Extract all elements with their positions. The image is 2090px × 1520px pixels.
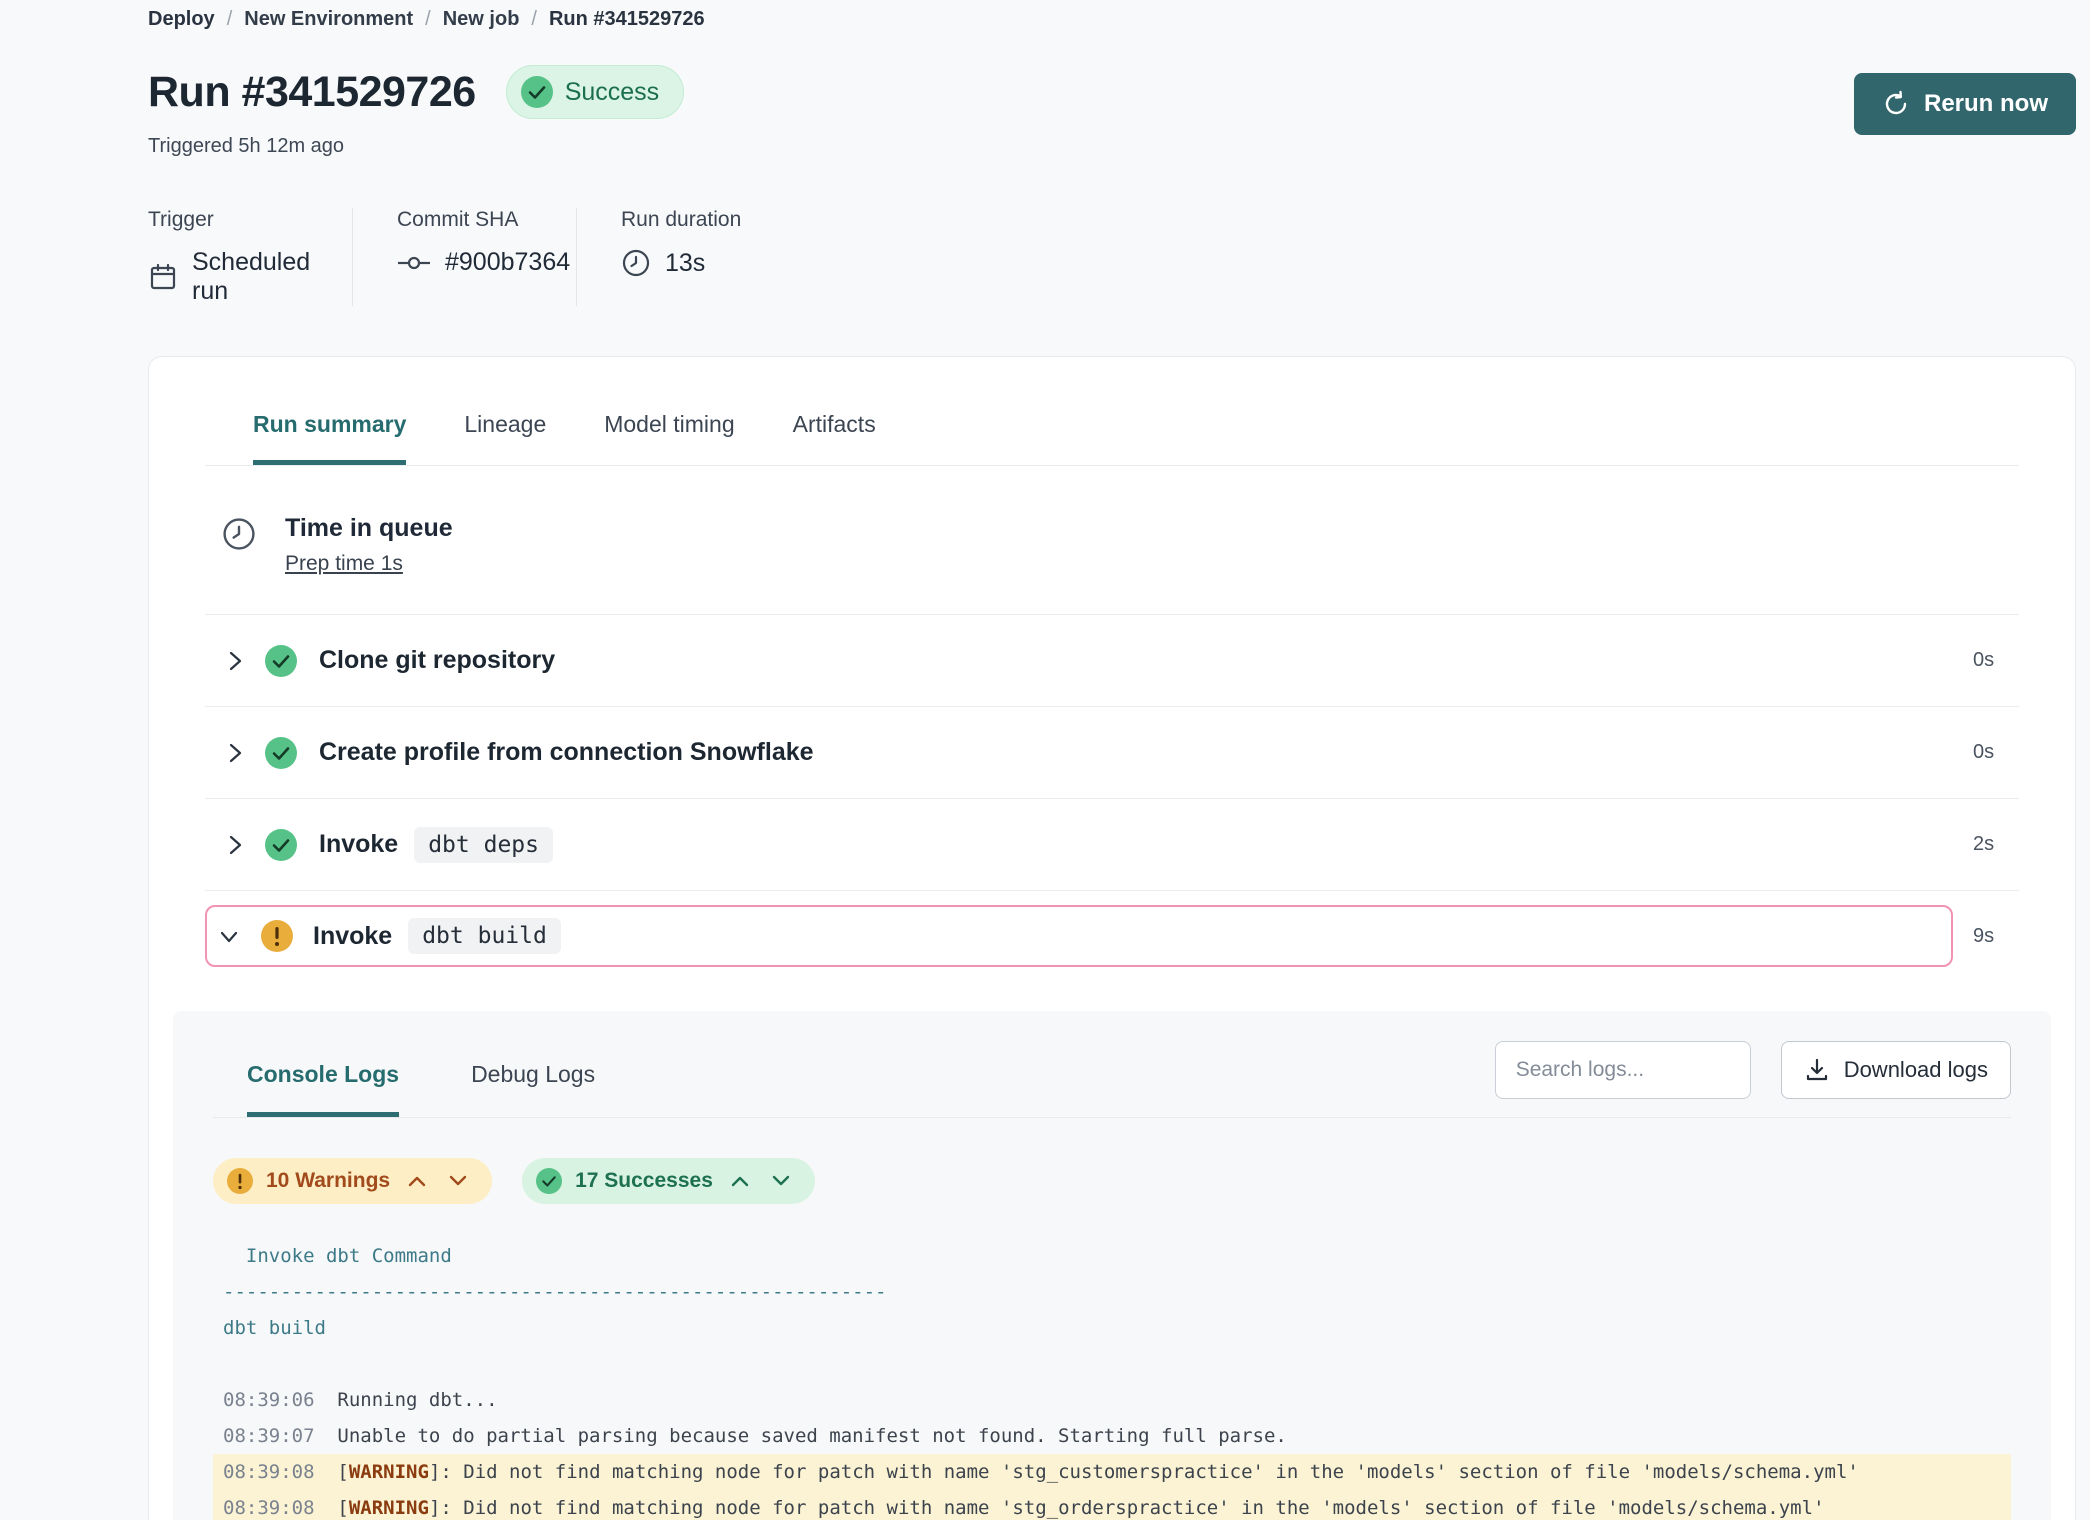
step-command-chip: dbt build <box>408 918 561 954</box>
console-logs-panel: Console Logs Debug Logs Download logs <box>173 1011 2051 1520</box>
meta-duration-label: Run duration <box>621 208 741 232</box>
meta-trigger-label: Trigger <box>148 208 308 232</box>
step-duration: 0s <box>1973 741 2019 764</box>
chevron-right-icon[interactable] <box>205 833 245 857</box>
time-in-queue-section: Time in queue Prep time 1s <box>205 466 2019 615</box>
page: Deploy / New Environment / New job / Run… <box>0 0 2090 1520</box>
meta-duration-value: 13s <box>665 249 705 278</box>
log-line: 08:39:06 Running dbt... <box>213 1382 2011 1418</box>
tab-console-logs[interactable]: Console Logs <box>247 1061 399 1117</box>
status-badge: Success <box>506 65 684 119</box>
step-row-clone-git[interactable]: Clone git repository 0s <box>205 615 2019 707</box>
step-duration: 9s <box>1973 925 2019 948</box>
chevron-right-icon[interactable] <box>205 741 245 765</box>
step-title: Clone git repository <box>319 646 555 675</box>
tab-artifacts[interactable]: Artifacts <box>793 411 876 465</box>
step-title: Invoke <box>313 922 392 951</box>
step-duration: 2s <box>1973 833 2019 856</box>
breadcrumb-environment[interactable]: New Environment <box>244 8 413 31</box>
next-warning-chevron-down-icon[interactable] <box>444 1170 472 1192</box>
meta-commit: Commit SHA #900b7364 <box>397 208 577 306</box>
prep-time-link[interactable]: Prep time 1s <box>285 552 403 576</box>
warning-icon <box>227 1168 253 1194</box>
queue-clock-icon <box>221 516 257 552</box>
chevron-down-icon[interactable] <box>207 926 247 946</box>
search-logs-input[interactable] <box>1495 1041 1751 1099</box>
log-output: Invoke dbt Command ---------------------… <box>213 1238 2011 1520</box>
log-line: 08:39:07 Unable to do partial parsing be… <box>213 1418 2011 1454</box>
meta-commit-value: #900b7364 <box>445 248 570 277</box>
log-divider: ----------------------------------------… <box>213 1274 2011 1310</box>
breadcrumb: Deploy / New Environment / New job / Run… <box>148 6 2076 31</box>
tab-model-timing[interactable]: Model timing <box>604 411 734 465</box>
step-row-dbt-deps[interactable]: Invoke dbt deps 2s <box>205 799 2019 891</box>
success-check-icon <box>536 1168 562 1194</box>
prev-success-chevron-up-icon[interactable] <box>726 1170 754 1192</box>
tab-run-summary[interactable]: Run summary <box>253 411 406 465</box>
step-warning-highlight-box[interactable]: Invoke dbt build <box>205 905 1953 967</box>
meta-commit-label: Commit SHA <box>397 208 532 232</box>
step-row-dbt-build[interactable]: Invoke dbt build 9s <box>205 891 2019 981</box>
chevron-right-icon[interactable] <box>205 649 245 673</box>
meta-trigger-value: Scheduled run <box>192 248 310 306</box>
clock-icon <box>621 248 651 278</box>
successes-count-label: 17 Successes <box>575 1169 713 1193</box>
tab-debug-logs[interactable]: Debug Logs <box>471 1061 595 1117</box>
rerun-now-button[interactable]: Rerun now <box>1854 73 2076 135</box>
next-success-chevron-down-icon[interactable] <box>767 1170 795 1192</box>
log-warning-line: 08:39:08 [WARNING]: Did not find matchin… <box>213 1454 2011 1490</box>
tab-lineage[interactable]: Lineage <box>464 411 546 465</box>
triggered-timestamp: Triggered 5h 12m ago <box>148 135 684 158</box>
commit-icon <box>397 253 431 273</box>
download-icon <box>1804 1057 1830 1083</box>
run-detail-card: Run summary Lineage Model timing Artifac… <box>148 356 2076 1520</box>
meta-duration: Run duration 13s <box>621 208 785 306</box>
step-success-icon <box>265 645 297 677</box>
warnings-count-label: 10 Warnings <box>266 1169 390 1193</box>
step-command-chip: dbt deps <box>414 827 553 863</box>
successes-badge[interactable]: 17 Successes <box>522 1158 815 1204</box>
rerun-now-label: Rerun now <box>1924 90 2048 118</box>
prev-warning-chevron-up-icon[interactable] <box>403 1170 431 1192</box>
step-warning-icon <box>261 920 293 952</box>
step-duration: 0s <box>1973 649 2019 672</box>
page-title: Run #341529726 <box>148 68 476 117</box>
console-header: Console Logs Debug Logs Download logs <box>213 1041 2011 1118</box>
run-tabs: Run summary Lineage Model timing Artifac… <box>205 357 2019 466</box>
breadcrumb-separator: / <box>531 8 537 31</box>
warnings-badge[interactable]: 10 Warnings <box>213 1158 492 1204</box>
queue-title: Time in queue <box>285 514 453 543</box>
breadcrumb-deploy[interactable]: Deploy <box>148 8 215 31</box>
step-title: Create profile from connection Snowflake <box>319 738 814 767</box>
breadcrumb-current-run: Run #341529726 <box>549 8 705 31</box>
step-success-icon <box>265 829 297 861</box>
page-header: Run #341529726 Success Triggered 5h 12m … <box>148 65 2076 158</box>
log-warning-block: 08:39:08 [WARNING]: Did not find matchin… <box>213 1454 2011 1520</box>
breadcrumb-separator: / <box>425 8 431 31</box>
status-badge-label: Success <box>565 78 659 107</box>
step-row-create-profile[interactable]: Create profile from connection Snowflake… <box>205 707 2019 799</box>
download-logs-label: Download logs <box>1844 1057 1988 1083</box>
log-warning-line: 08:39:08 [WARNING]: Did not find matchin… <box>213 1490 2011 1520</box>
meta-trigger: Trigger Scheduled run <box>148 208 353 306</box>
breadcrumb-job[interactable]: New job <box>443 8 520 31</box>
download-logs-button[interactable]: Download logs <box>1781 1041 2011 1099</box>
log-command: dbt build <box>213 1310 2011 1346</box>
log-command-title: Invoke dbt Command <box>213 1238 2011 1274</box>
step-title: Invoke <box>319 830 398 859</box>
success-check-icon <box>521 76 553 108</box>
step-success-icon <box>265 737 297 769</box>
run-metadata: Trigger Scheduled run Commit SHA # <box>148 208 2076 306</box>
calendar-icon <box>148 262 178 292</box>
refresh-icon <box>1882 90 1910 118</box>
log-count-badges: 10 Warnings 17 Successes <box>213 1158 2011 1204</box>
breadcrumb-separator: / <box>227 8 233 31</box>
